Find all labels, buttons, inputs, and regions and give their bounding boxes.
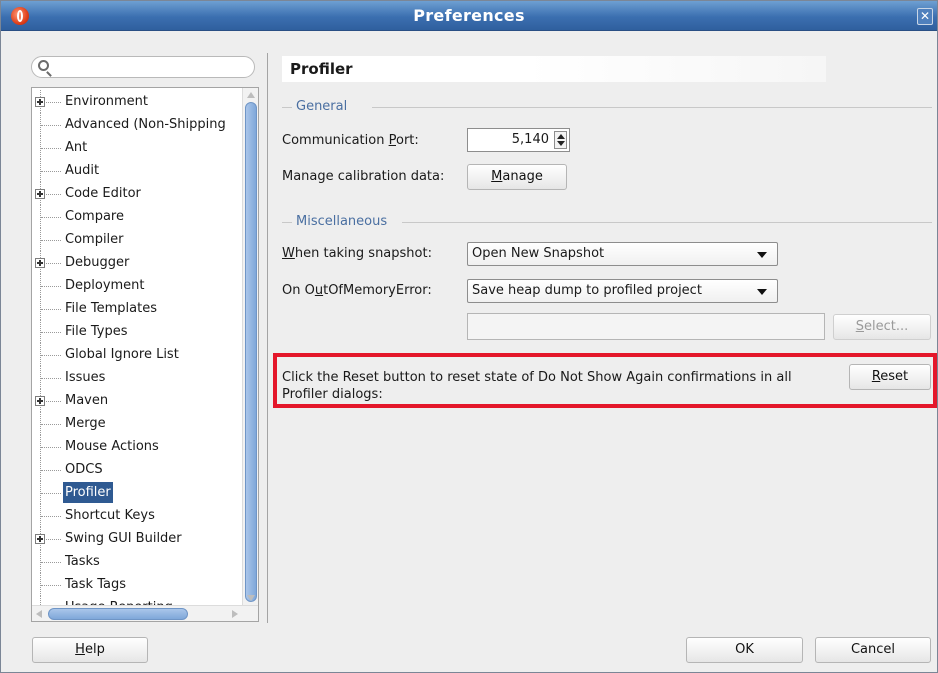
oom-combo[interactable]: Save heap dump to profiled project: [467, 279, 778, 303]
spinner-up-icon[interactable]: [557, 134, 565, 139]
tree-item[interactable]: Merge: [32, 412, 242, 435]
dump-path-field[interactable]: [467, 313, 825, 340]
category-tree[interactable]: Environment Advanced (Non-Shipping Ant Audi…: [31, 87, 259, 622]
calibration-label: Manage calibration data:: [282, 169, 445, 184]
tree-item[interactable]: ODCS: [32, 458, 242, 481]
preferences-dialog: Preferences ✕ Environment Advanced (Non-S…: [0, 0, 938, 673]
cancel-button[interactable]: Cancel: [815, 637, 931, 663]
select-button[interactable]: Select...: [833, 314, 931, 340]
tree-item-label: Tasks: [65, 554, 100, 569]
tree-item[interactable]: Deployment: [32, 274, 242, 297]
tree-horizontal-scrollbar[interactable]: [32, 605, 258, 621]
oom-label: On OutOfMemoryError:: [282, 283, 432, 298]
tree-item[interactable]: File Types: [32, 320, 242, 343]
tree-item-label: File Types: [65, 324, 128, 339]
tree-item[interactable]: Task Tags: [32, 573, 242, 596]
tree-item-label: Environment: [65, 94, 149, 109]
snapshot-combo[interactable]: Open New Snapshot: [467, 242, 778, 266]
tree-vertical-scrollbar[interactable]: [242, 88, 258, 605]
expand-plus-icon[interactable]: [35, 258, 45, 268]
snapshot-label: When taking snapshot:: [282, 246, 432, 261]
tree-item-label: Merge: [65, 416, 106, 431]
scroll-left-icon[interactable]: [36, 610, 42, 618]
window-title: Preferences: [413, 6, 525, 25]
tree-item[interactable]: Mouse Actions: [32, 435, 242, 458]
chevron-down-icon: [757, 289, 767, 295]
tree-item-label: Deployment: [65, 278, 145, 293]
tree-item-label: Advanced (Non-Shipping: [65, 117, 226, 132]
tree-item-label: Swing GUI Builder: [65, 531, 182, 546]
scroll-thumb-horizontal[interactable]: [48, 608, 188, 620]
spinner-buttons[interactable]: [554, 131, 567, 149]
tree-list: Environment Advanced (Non-Shipping Ant Audi…: [32, 90, 242, 619]
tree-item-label: ODCS: [65, 462, 103, 477]
tree-item[interactable]: Tasks: [32, 550, 242, 573]
help-button[interactable]: Help: [32, 637, 148, 663]
tree-item[interactable]: Profiler: [32, 481, 242, 504]
tree-item-label: Profiler: [63, 482, 113, 503]
tree-item[interactable]: File Templates: [32, 297, 242, 320]
tree-item[interactable]: Compiler: [32, 228, 242, 251]
tree-item[interactable]: Maven: [32, 389, 242, 412]
tree-item-label: Compare: [65, 209, 124, 224]
tree-item-label: Global Ignore List: [65, 347, 179, 362]
ok-button[interactable]: OK: [686, 637, 803, 663]
page-title: Profiler: [282, 56, 826, 82]
tree-item-label: Shortcut Keys: [65, 508, 155, 523]
tree-item[interactable]: Compare: [32, 205, 242, 228]
communication-port-label: Communication Port:: [282, 133, 419, 148]
tree-item-label: Issues: [65, 370, 106, 385]
search-input[interactable]: [31, 56, 255, 78]
spinner-down-icon[interactable]: [557, 141, 565, 146]
misc-caption: Miscellaneous: [296, 214, 388, 229]
tree-item-label: Ant: [65, 140, 88, 155]
port-spinner[interactable]: 5,140: [467, 128, 570, 152]
scroll-down-icon[interactable]: [247, 595, 255, 601]
title-bar: Preferences ✕: [1, 1, 937, 31]
tree-item[interactable]: Audit: [32, 159, 242, 182]
manage-button[interactable]: Manage: [467, 164, 567, 190]
search-icon: [38, 60, 49, 71]
general-section-header: General: [282, 99, 932, 115]
tree-item[interactable]: Swing GUI Builder: [32, 527, 242, 550]
close-icon[interactable]: ✕: [917, 8, 933, 25]
tree-item[interactable]: Debugger: [32, 251, 242, 274]
tree-item[interactable]: Global Ignore List: [32, 343, 242, 366]
scroll-thumb[interactable]: [245, 102, 257, 602]
tree-item-label: Mouse Actions: [65, 439, 159, 454]
tree-item-label: Code Editor: [65, 186, 141, 201]
tree-item-label: File Templates: [65, 301, 157, 316]
tree-item-label: Maven: [65, 393, 109, 408]
oom-value: Save heap dump to profiled project: [472, 283, 702, 298]
port-value: 5,140: [511, 132, 549, 147]
tree-item-label: Compiler: [65, 232, 124, 247]
tree-item[interactable]: Code Editor: [32, 182, 242, 205]
tree-item-label: Task Tags: [65, 577, 126, 592]
expand-plus-icon[interactable]: [35, 97, 45, 107]
general-caption: General: [296, 99, 348, 114]
reset-description: Click the Reset button to reset state of…: [282, 370, 792, 402]
expand-plus-icon[interactable]: [35, 396, 45, 406]
tree-item-label: Debugger: [65, 255, 130, 270]
scroll-right-icon[interactable]: [232, 610, 238, 618]
snapshot-value: Open New Snapshot: [472, 246, 605, 261]
chevron-down-icon: [757, 252, 767, 258]
tree-item[interactable]: Issues: [32, 366, 242, 389]
tree-item-label: Audit: [65, 163, 100, 178]
reset-button[interactable]: Reset: [849, 364, 931, 390]
tree-item[interactable]: Shortcut Keys: [32, 504, 242, 527]
expand-plus-icon[interactable]: [35, 534, 45, 544]
tree-item[interactable]: Ant: [32, 136, 242, 159]
tree-item[interactable]: Environment: [32, 90, 242, 113]
expand-plus-icon[interactable]: [35, 189, 45, 199]
split-divider[interactable]: [267, 53, 268, 623]
misc-section-header: Miscellaneous: [282, 214, 932, 230]
scroll-up-icon[interactable]: [247, 92, 255, 98]
tree-item[interactable]: Advanced (Non-Shipping: [32, 113, 242, 136]
